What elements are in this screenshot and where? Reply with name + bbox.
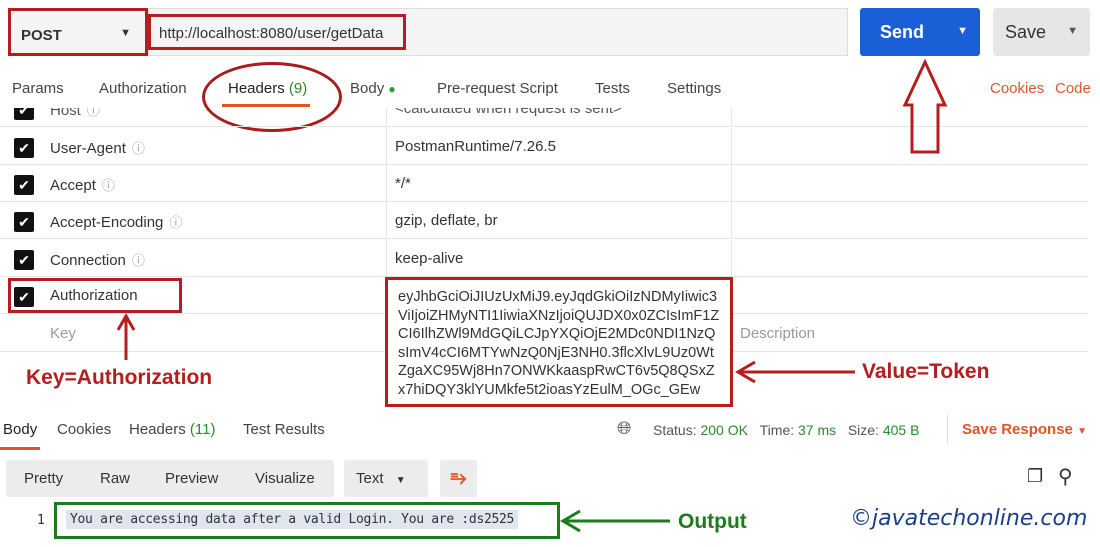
value-annotation: Value=Token	[862, 360, 990, 383]
response-tab-headers[interactable]: Headers (11)	[129, 421, 215, 438]
view-raw[interactable]: Raw	[100, 470, 130, 487]
save-response-button[interactable]: Save Response ▼	[962, 421, 1087, 438]
response-tab-body[interactable]: Body	[3, 421, 37, 438]
status-value: 200 OK	[700, 422, 748, 438]
output-annotation: Output	[678, 510, 747, 533]
view-visualize[interactable]: Visualize	[255, 470, 315, 487]
view-preview[interactable]: Preview	[165, 470, 218, 487]
output-arrow	[560, 509, 670, 533]
time-value: 37 ms	[798, 422, 837, 438]
watermark: ©javatechonline.com	[850, 506, 1088, 531]
response-tab-test-results[interactable]: Test Results	[243, 421, 325, 438]
response-active-indicator	[0, 447, 40, 450]
format-select[interactable]: Text ▼	[344, 460, 428, 497]
value-arrow	[735, 360, 855, 384]
response-tab-cookies[interactable]: Cookies	[57, 421, 111, 438]
divider	[947, 414, 948, 444]
wrap-lines-icon[interactable]: ⥱	[440, 460, 477, 497]
globe-icon[interactable]: 🌐︎	[617, 418, 631, 439]
search-icon[interactable]: ⚲	[1058, 464, 1073, 489]
send-arrow	[902, 58, 948, 154]
chevron-down-icon: ▼	[395, 475, 406, 486]
response-meta: Status: 200 OK Time: 37 ms Size: 405 B	[653, 422, 920, 438]
copy-icon[interactable]: ❐	[1027, 466, 1043, 487]
key-annotation: Key=Authorization	[26, 366, 213, 389]
view-pretty[interactable]: Pretty	[24, 470, 63, 487]
key-arrow	[116, 312, 136, 360]
size-value: 405 B	[882, 422, 920, 438]
chevron-down-icon: ▼	[1077, 426, 1087, 437]
line-number: 1	[37, 513, 45, 528]
response-body-text[interactable]: You are accessing data after a valid Log…	[66, 510, 519, 529]
